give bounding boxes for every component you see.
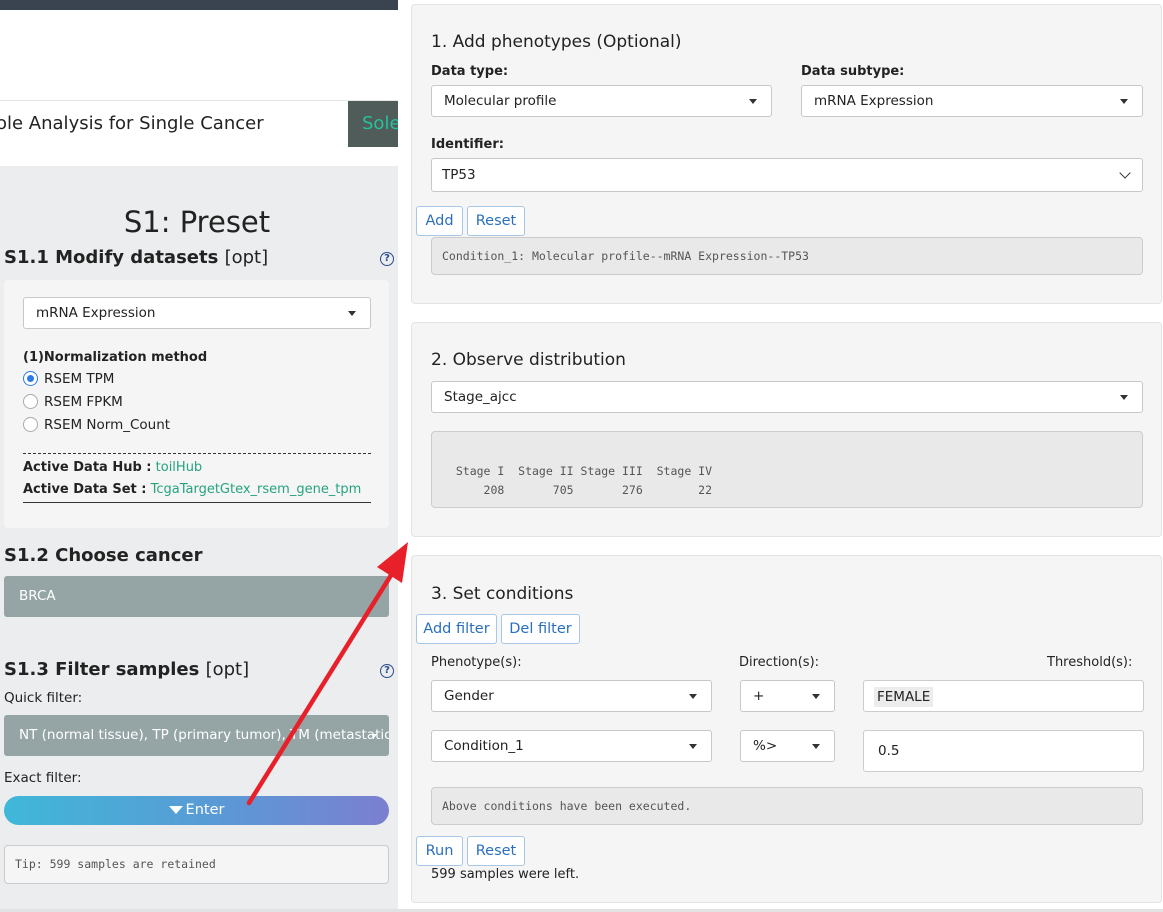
active-data-set: Active Data Set : TcgaTargetGtex_rsem_ge… (23, 482, 361, 497)
caret-down-icon (348, 311, 356, 316)
active-hub-label: Active Data Hub : (23, 460, 152, 475)
caret-down-icon (689, 694, 697, 699)
section-title-text: S1.2 Choose cancer (4, 545, 203, 566)
samples-left-text: 599 samples were left. (431, 867, 580, 882)
section-title-text: S1.1 Modify datasets (4, 247, 219, 268)
distribution-values: 208 705 276 22 (442, 483, 713, 497)
section-title-filter-samples: S1.3 Filter samples [opt] (4, 659, 249, 680)
data-type-select[interactable]: Molecular profile (431, 85, 772, 117)
reset-button[interactable]: Reset (467, 836, 525, 866)
add-button[interactable]: Add (416, 206, 463, 236)
optional-tag: [opt] (205, 659, 250, 680)
direction-label: Direction(s): (739, 655, 820, 670)
exact-filter-label: Exact filter: (4, 770, 82, 786)
radio-rsem-fpkm[interactable]: RSEM FPKM (23, 394, 123, 410)
phenotype-value: Condition_1 (444, 738, 524, 754)
direction-select[interactable]: %> (740, 730, 835, 762)
quick-filter-label: Quick filter: (4, 690, 83, 706)
active-set-label: Active Data Set : (23, 482, 147, 497)
active-hub-link[interactable]: toilHub (156, 460, 203, 475)
chevron-down-icon (1119, 167, 1131, 179)
side-panel: 1. Add phenotypes (Optional) Data type: … (398, 0, 1163, 912)
distribution-header: Stage I Stage II Stage III Stage IV (442, 464, 713, 478)
run-button[interactable]: Run (416, 836, 463, 866)
enter-button-label: Enter (185, 802, 225, 818)
caret-down-icon (689, 744, 697, 749)
caret-down-icon (371, 734, 377, 738)
card-set-conditions: 3. Set conditions Add filter Del filter … (411, 555, 1162, 903)
dataset-select-value: mRNA Expression (36, 305, 156, 321)
data-subtype-select[interactable]: mRNA Expression (801, 85, 1143, 117)
caret-down-icon (1120, 99, 1128, 104)
tip-output: Tip: 599 samples are retained (4, 845, 389, 884)
conditions-output: Above conditions have been executed. (431, 787, 1143, 825)
data-subtype-label: Data subtype: (801, 64, 905, 79)
threshold-input[interactable]: FEMALE (863, 680, 1144, 712)
direction-select[interactable]: + (740, 680, 835, 712)
caret-down-icon (812, 744, 820, 749)
enter-filter-button[interactable]: Enter (4, 796, 389, 825)
card-title: 1. Add phenotypes (Optional) (431, 32, 682, 52)
left-sidebar: ole Analysis for Single Cancer Sole S1: … (0, 0, 398, 912)
reset-button[interactable]: Reset (467, 206, 525, 236)
radio-unchecked-icon[interactable] (23, 417, 38, 432)
card-title: 3. Set conditions (431, 584, 574, 604)
filter-icon (168, 806, 183, 814)
section-title-modify-datasets: S1.1 Modify datasets [opt] (4, 247, 268, 268)
phenotype-select[interactable]: Condition_1 (431, 730, 712, 762)
direction-value: %> (753, 738, 778, 754)
identifier-value: TP53 (442, 167, 476, 183)
active-data-hub: Active Data Hub : toilHub (23, 460, 202, 475)
card-add-phenotypes: 1. Add phenotypes (Optional) Data type: … (411, 4, 1162, 304)
distribution-select[interactable]: Stage_ajcc (431, 381, 1143, 413)
data-type-label: Data type: (431, 64, 509, 79)
radio-label: RSEM FPKM (44, 394, 123, 410)
direction-value: + (753, 688, 765, 704)
tab-row: ole Analysis for Single Cancer Sole (0, 100, 398, 166)
card-observe-distribution: 2. Observe distribution Stage_ajcc Stage… (411, 322, 1162, 537)
threshold-label: Threshold(s): (1047, 655, 1133, 670)
help-icon[interactable]: ? (380, 252, 394, 266)
help-icon[interactable]: ? (380, 664, 394, 678)
dataset-select[interactable]: mRNA Expression (23, 297, 371, 329)
quick-filter-value: NT (normal tissue), TP (primary tumor), … (19, 727, 389, 743)
radio-unchecked-icon[interactable] (23, 394, 38, 409)
data-subtype-value: mRNA Expression (814, 93, 934, 109)
radio-rsem-tpm[interactable]: RSEM TPM (23, 371, 114, 387)
preset-title: S1: Preset (123, 205, 271, 239)
optional-tag: [opt] (224, 247, 269, 268)
distribution-output: Stage I Stage II Stage III Stage IV 208 … (431, 431, 1143, 508)
identifier-label: Identifier: (431, 137, 504, 152)
card-title: 2. Observe distribution (431, 350, 626, 370)
threshold-chip[interactable]: FEMALE (874, 687, 934, 707)
divider-dashed (23, 453, 371, 454)
data-type-value: Molecular profile (444, 93, 557, 109)
quick-filter-select[interactable]: NT (normal tissue), TP (primary tumor), … (4, 715, 389, 756)
section-title-choose-cancer: S1.2 Choose cancer (4, 545, 202, 566)
phenotype-select[interactable]: Gender (431, 680, 712, 712)
phenotype-value: Gender (444, 688, 494, 704)
tab-title: ole Analysis for Single Cancer (0, 113, 264, 134)
active-set-link[interactable]: TcgaTargetGtex_rsem_gene_tpm (151, 482, 362, 497)
caret-down-icon (1120, 395, 1128, 400)
caret-down-icon (749, 99, 757, 104)
add-filter-button[interactable]: Add filter (416, 614, 497, 644)
top-navbar (0, 0, 398, 10)
radio-checked-icon[interactable] (23, 371, 38, 386)
distribution-value: Stage_ajcc (444, 389, 517, 405)
radio-label: RSEM TPM (44, 371, 115, 387)
tab-sole-button[interactable]: Sole (348, 101, 398, 147)
condition-output: Condition_1: Molecular profile--mRNA Exp… (431, 237, 1143, 275)
normalization-label: (1)Normalization method (23, 350, 208, 365)
divider-solid (23, 502, 371, 503)
cancer-select[interactable]: BRCA (4, 576, 389, 617)
section-title-text: S1.3 Filter samples (4, 659, 200, 680)
radio-rsem-norm-count[interactable]: RSEM Norm_Count (23, 417, 170, 433)
del-filter-button[interactable]: Del filter (501, 614, 580, 644)
identifier-select[interactable]: TP53 (431, 158, 1143, 192)
threshold-input[interactable]: 0.5 (863, 730, 1144, 772)
caret-down-icon (812, 694, 820, 699)
phenotype-label: Phenotype(s): (431, 655, 522, 670)
radio-label: RSEM Norm_Count (44, 417, 171, 433)
